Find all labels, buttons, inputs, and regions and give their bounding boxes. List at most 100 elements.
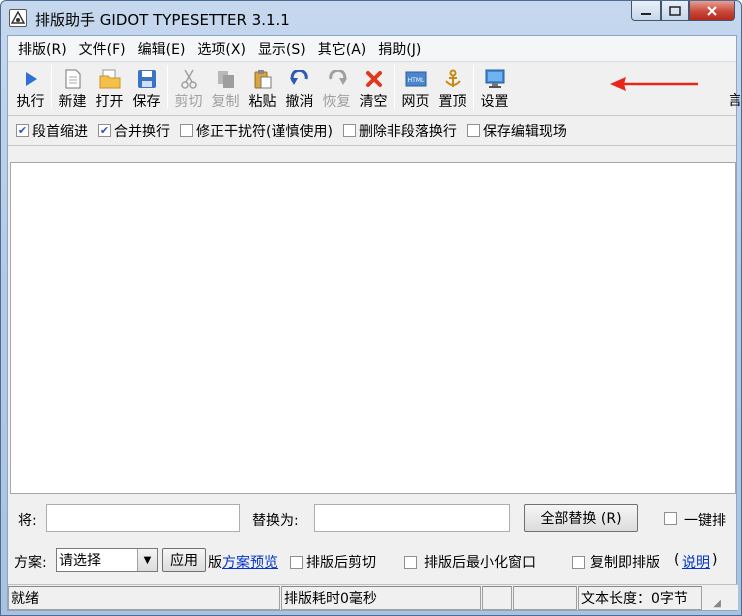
- options-row: ✔ 段首缩进 ✔ 合并换行 修正干扰符(谨慎使用) 删除非段落换行 保存编辑现场: [8, 116, 736, 146]
- close-button[interactable]: [689, 1, 735, 21]
- toolbar: 执行 新建 打开 保存 剪切 复制 粘贴 撤消 恢复 清空 HTML 网页 置顶…: [8, 62, 740, 116]
- undo-label: 撤消: [285, 94, 314, 110]
- remove-non-paragraph-checkbox[interactable]: 删除非段落换行: [342, 121, 457, 141]
- indent-label: 段首缩进: [32, 123, 88, 140]
- redo-icon: [326, 68, 348, 90]
- one-click-checkbox[interactable]: [664, 512, 677, 525]
- scheme-select[interactable]: 请选择 ▼: [56, 548, 158, 572]
- play-icon: [20, 68, 42, 90]
- anchor-icon: [442, 68, 464, 90]
- open-label: 打开: [95, 94, 124, 110]
- paste-button[interactable]: 粘贴: [244, 63, 281, 111]
- menu-file[interactable]: 文件(F): [73, 39, 132, 59]
- copy-typeset-checkbox[interactable]: [572, 556, 585, 569]
- replace-row: 将: 替换为: 全部替换 (R) 一键排: [8, 502, 738, 538]
- cut-button[interactable]: 剪切: [170, 63, 207, 111]
- redo-label: 恢复: [322, 94, 351, 110]
- status-length: 文本长度：0字节: [578, 586, 702, 610]
- client-area: 排版(R) 文件(F) 编辑(E) 选项(X) 显示(S) 其它(A) 捐助(J…: [7, 35, 740, 611]
- save-button[interactable]: 保存: [128, 63, 165, 111]
- save-label: 保存: [132, 94, 161, 110]
- minimize-button[interactable]: [631, 1, 661, 21]
- html-icon: HTML: [405, 68, 427, 90]
- maximize-icon: [669, 5, 681, 16]
- copy-typeset-label: 复制即排版: [590, 555, 660, 571]
- replace-all-button[interactable]: 全部替换 (R): [524, 504, 638, 532]
- scheme-selected: 请选择: [59, 553, 101, 569]
- find-input[interactable]: [46, 504, 240, 532]
- toolbar-separator: [167, 64, 168, 109]
- execute-button[interactable]: 执行: [12, 63, 49, 111]
- apply-button[interactable]: 应用: [162, 548, 206, 572]
- undo-button[interactable]: 撤消: [281, 63, 318, 111]
- webpage-button[interactable]: HTML 网页: [397, 63, 434, 111]
- new-button[interactable]: 新建: [54, 63, 91, 111]
- cut-label: 剪切: [174, 94, 203, 110]
- save-scene-checkbox[interactable]: 保存编辑现场: [466, 121, 567, 141]
- merge-label: 合并换行: [114, 123, 170, 140]
- menu-edit[interactable]: 编辑(E): [132, 39, 192, 59]
- redo-button[interactable]: 恢复: [318, 63, 355, 111]
- checkbox-box: [180, 124, 193, 137]
- window-title: 排版助手 GIDOT TYPESETTER 3.1.1: [35, 11, 290, 29]
- status-bar: 就绪 排版耗时0毫秒 文本长度：0字节 ◢: [8, 584, 738, 610]
- svg-text:HTML: HTML: [407, 77, 424, 84]
- merge-checkbox[interactable]: ✔ 合并换行: [98, 121, 170, 141]
- remove-non-paragraph-label: 删除非段落换行: [358, 123, 457, 140]
- scheme-label: 方案:: [14, 555, 47, 571]
- menu-options[interactable]: 选项(X): [191, 39, 252, 59]
- text-editor[interactable]: [10, 162, 736, 494]
- save-scene-label: 保存编辑现场: [482, 123, 567, 140]
- fix-noise-label: 修正干扰符(谨慎使用): [196, 123, 333, 140]
- minimize-after-label: 排版后最小化窗口: [424, 555, 536, 571]
- status-elapsed: 排版耗时0毫秒: [281, 586, 481, 610]
- checkmark-icon: ✔: [98, 124, 111, 137]
- dropdown-arrow-icon: ▼: [137, 549, 157, 571]
- save-icon: [136, 68, 158, 90]
- pin-top-button[interactable]: 置顶: [434, 63, 471, 111]
- resize-grip-icon[interactable]: ◢: [703, 585, 721, 609]
- new-document-icon: [62, 68, 84, 90]
- undo-icon: [289, 68, 311, 90]
- annotation-arrow: [610, 77, 698, 91]
- fix-noise-checkbox[interactable]: 修正干扰符(谨慎使用): [180, 121, 333, 141]
- copy-icon: [215, 68, 237, 90]
- overflow-label: 言: [730, 93, 740, 109]
- help-close-paren: ): [712, 552, 718, 568]
- clear-label: 清空: [359, 94, 388, 110]
- settings-button[interactable]: 设置: [476, 63, 513, 111]
- help-open-paren: (: [674, 552, 680, 568]
- menu-other[interactable]: 其它(A): [312, 39, 373, 59]
- paste-icon: [252, 68, 274, 90]
- scheme-preview-link[interactable]: 方案预览: [222, 552, 278, 572]
- webpage-label: 网页: [401, 94, 430, 110]
- open-folder-icon: [99, 68, 121, 90]
- settings-label: 设置: [480, 94, 509, 110]
- app-icon: [9, 9, 27, 27]
- menu-display[interactable]: 显示(S): [252, 39, 312, 59]
- toolbar-separator: [473, 64, 474, 109]
- one-click-label: 一键排: [684, 513, 726, 529]
- maximize-button[interactable]: [661, 1, 689, 21]
- toolbar-overflow[interactable]: 言: [730, 62, 740, 110]
- new-label: 新建: [58, 94, 87, 110]
- replace-input[interactable]: [314, 504, 510, 532]
- replace-label: 替换为:: [252, 513, 299, 529]
- open-button[interactable]: 打开: [91, 63, 128, 111]
- copy-button[interactable]: 复制: [207, 63, 244, 111]
- minimize-after-checkbox[interactable]: [404, 556, 417, 569]
- cut-after-checkbox[interactable]: [290, 556, 303, 569]
- clear-button[interactable]: 清空: [355, 63, 392, 111]
- menu-typeset[interactable]: 排版(R): [12, 39, 73, 59]
- paste-label: 粘贴: [248, 94, 277, 110]
- menu-donate[interactable]: 捐助(J): [372, 39, 427, 59]
- status-state: 就绪: [8, 586, 280, 610]
- scissors-icon: [178, 68, 200, 90]
- indent-checkbox[interactable]: ✔ 段首缩进: [16, 121, 88, 141]
- clear-x-icon: [363, 68, 385, 90]
- title-bar[interactable]: 排版助手 GIDOT TYPESETTER 3.1.1: [1, 1, 741, 35]
- close-icon: [707, 5, 717, 16]
- help-link[interactable]: 说明: [682, 552, 710, 572]
- checkbox-box: [466, 124, 480, 137]
- status-empty-2: [513, 586, 577, 610]
